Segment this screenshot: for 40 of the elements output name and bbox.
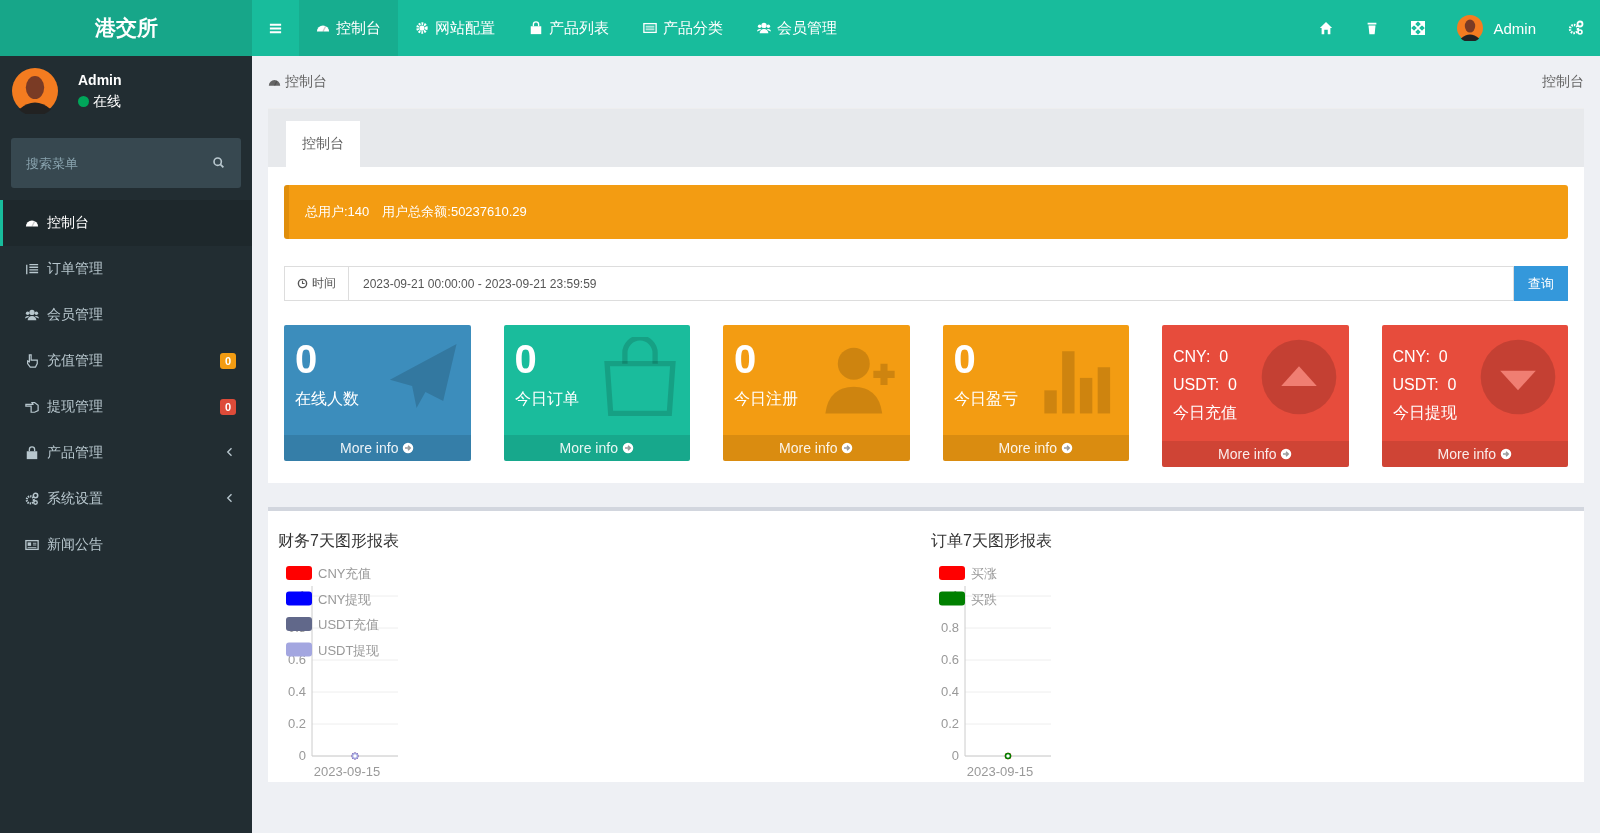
axis-tick-label: 0 <box>951 748 959 763</box>
axis-tick-label: 0.4 <box>287 684 306 699</box>
axis-tick-label: 2023-09-15 <box>313 764 381 779</box>
axis-tick-label: 0.2 <box>940 716 959 731</box>
count-badge: 0 <box>219 353 236 369</box>
stat-value: CNY: 0 <box>1173 347 1229 367</box>
chart-title: 财务7天图形报表 <box>278 531 400 551</box>
stat-label: 今日订单 <box>514 389 579 409</box>
user-name: Admin <box>78 71 122 88</box>
stat-label: 在线人数 <box>295 389 359 409</box>
legend-label: CNY充值 <box>318 566 372 581</box>
legend-label: 买涨 <box>971 566 997 581</box>
axis-tick-label: 0.8 <box>940 620 959 635</box>
stat-value: USDT: 0 <box>1392 375 1457 395</box>
chart-title: 订单7天图形报表 <box>931 531 1053 551</box>
stat-label: 今日充值 <box>1173 403 1237 423</box>
stat-label: 今日提现 <box>1392 403 1457 423</box>
stat-value: USDT: 0 <box>1173 375 1237 395</box>
stat-label: 今日盈亏 <box>953 389 1018 409</box>
stat-value: 0 <box>734 336 757 383</box>
stat-value: 0 <box>514 336 537 383</box>
legend-label: 买跌 <box>971 591 997 607</box>
legend-label: CNY提现 <box>318 591 372 607</box>
legend-label: USDT充值 <box>318 617 380 632</box>
axis-tick-label: 0.6 <box>940 652 959 667</box>
axis-tick-label: 0.2 <box>287 716 306 731</box>
stat-value: 0 <box>295 336 318 383</box>
stat-label: 今日注册 <box>734 389 798 409</box>
date-label: 时间 <box>312 275 336 292</box>
legend-label: USDT提现 <box>318 642 380 658</box>
page-title: 控制台 <box>1542 73 1584 91</box>
count-badge: 0 <box>219 399 236 415</box>
axis-tick-label: 2023-09-15 <box>966 764 1034 779</box>
breadcrumb: 控制台 <box>285 73 327 91</box>
user-status: 在线 <box>93 92 121 111</box>
summary-alert: 总用户:140 用户总余额:50237610.29 <box>284 185 1568 239</box>
stat-value: 0 <box>953 336 976 383</box>
axis-tick-label: 0 <box>298 748 306 763</box>
axis-tick-label: 0.4 <box>940 684 959 699</box>
stat-value: CNY: 0 <box>1392 347 1448 367</box>
